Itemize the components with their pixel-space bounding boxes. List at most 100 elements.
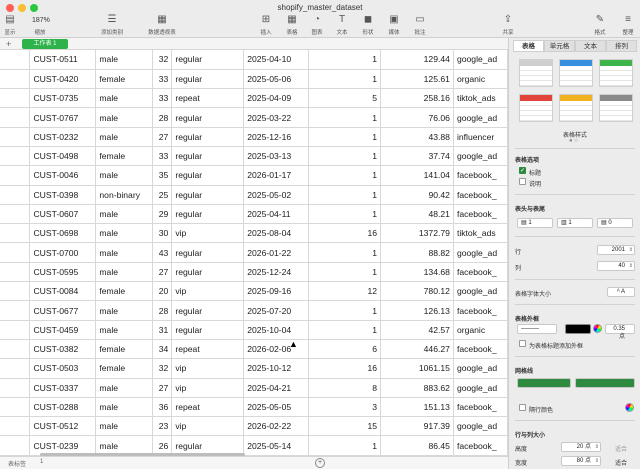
table-style-2[interactable]: [559, 59, 593, 87]
table-cell[interactable]: 258.16: [380, 88, 454, 109]
row-height-field[interactable]: 20 点 ⇕: [561, 442, 601, 452]
outline-color-well[interactable]: [565, 324, 591, 334]
table-cell[interactable]: facebook_: [453, 165, 508, 186]
table-cell[interactable]: 2025-07-20: [243, 300, 310, 321]
toolbar-comment-button[interactable]: ▭ 批注: [400, 14, 440, 36]
table-cell[interactable]: CUST-0498: [29, 146, 97, 167]
table-cell[interactable]: 917.39: [380, 416, 454, 437]
row-spacer-cell[interactable]: [0, 146, 31, 167]
table-row[interactable]: CUST-0382 female 34 repeat 2026-02-06 6 446.27…: [0, 339, 508, 360]
table-cell[interactable]: 2025-03-13: [243, 146, 310, 167]
table-cell[interactable]: CUST-0677: [29, 300, 97, 321]
table-cell[interactable]: vip: [171, 416, 245, 437]
row-spacer-cell[interactable]: [0, 435, 31, 456]
table-row[interactable]: CUST-0503 female 32 vip 2025-10-12 16 1061.15 g…: [0, 358, 508, 379]
table-cell[interactable]: 2025-12-24: [243, 262, 310, 283]
table-cell[interactable]: 2026-02-22: [243, 416, 310, 437]
table-cell[interactable]: 43: [152, 242, 173, 263]
table-cell[interactable]: CUST-0512: [29, 416, 97, 437]
table-cell[interactable]: 88.82: [380, 242, 454, 263]
table-cell[interactable]: non-binary: [95, 185, 154, 205]
footer-rows-popup[interactable]: ▤ 0: [597, 218, 633, 228]
height-stepper[interactable]: ⇕: [595, 443, 599, 451]
table-cell[interactable]: 2025-08-04: [243, 223, 310, 244]
gridlines-header-toggle[interactable]: [575, 378, 635, 388]
table-cell[interactable]: 32: [152, 358, 173, 379]
table-cell[interactable]: facebook_: [453, 185, 508, 205]
columns-field[interactable]: 40 ⇕: [597, 261, 635, 271]
table-cell[interactable]: regular: [171, 165, 245, 186]
table-cell[interactable]: 1: [308, 320, 382, 340]
table-cell[interactable]: 3: [308, 397, 382, 418]
table-cell[interactable]: male: [95, 107, 154, 128]
table-cell[interactable]: male: [95, 320, 154, 340]
table-cell[interactable]: male: [95, 416, 154, 437]
table-cell[interactable]: google_ad: [453, 281, 508, 302]
table-cell[interactable]: 32: [152, 50, 173, 70]
table-cell[interactable]: 151.13: [380, 397, 454, 418]
table-cell[interactable]: facebook_: [453, 204, 508, 225]
table-cell[interactable]: 15: [308, 416, 382, 437]
table-cell[interactable]: 37.74: [380, 146, 454, 167]
table-cell[interactable]: male: [95, 378, 154, 398]
table-cell[interactable]: 1: [308, 127, 382, 147]
table-cell[interactable]: 2026-02-06: [243, 339, 310, 360]
table-row[interactable]: CUST-0698 male 30 vip 2025-08-04 16 1372.79 tik…: [0, 223, 508, 244]
table-cell[interactable]: male: [95, 300, 154, 321]
table-cell[interactable]: CUST-0595: [29, 262, 97, 283]
table-cell[interactable]: 90.42: [380, 185, 454, 205]
table-cell[interactable]: 1: [308, 69, 382, 90]
table-cell[interactable]: repeat: [171, 339, 245, 360]
table-cell[interactable]: male: [95, 127, 154, 147]
table-cell[interactable]: organic: [453, 69, 508, 90]
table-row[interactable]: CUST-0459 male 31 regular 2025-10-04 1 42.57 or…: [0, 320, 508, 340]
table-cell[interactable]: 1: [308, 185, 382, 205]
table-cell[interactable]: vip: [171, 281, 245, 302]
row-spacer-cell[interactable]: [0, 69, 31, 90]
table-cell[interactable]: repeat: [171, 88, 245, 109]
table-cell[interactable]: 2025-04-10: [243, 50, 310, 70]
table-cell[interactable]: male: [95, 204, 154, 225]
table-cell[interactable]: 1: [308, 165, 382, 186]
table-cell[interactable]: 31: [152, 320, 173, 340]
table-row[interactable]: CUST-0511 male 32 regular 2025-04-10 1 129.44 g…: [0, 50, 508, 70]
table-row[interactable]: CUST-0512 male 23 vip 2026-02-22 15 917.39 goog…: [0, 416, 508, 437]
row-spacer-cell[interactable]: [0, 88, 31, 109]
row-spacer-cell[interactable]: [0, 416, 31, 437]
table-cell[interactable]: 883.62: [380, 378, 454, 398]
table-cell[interactable]: organic: [453, 320, 508, 340]
table-cell[interactable]: 1: [308, 204, 382, 225]
width-stepper[interactable]: ⇕: [595, 457, 599, 465]
table-cell[interactable]: female: [95, 146, 154, 167]
table-cell[interactable]: CUST-0382: [29, 339, 97, 360]
table-cell[interactable]: 1061.15: [380, 358, 454, 379]
row-spacer-cell[interactable]: [0, 378, 31, 398]
table-cell[interactable]: CUST-0398: [29, 185, 97, 205]
table-cell[interactable]: regular: [171, 262, 245, 283]
table-cell[interactable]: male: [95, 88, 154, 109]
table-cell[interactable]: 27: [152, 127, 173, 147]
table-row[interactable]: CUST-0398 non-binary 25 regular 2025-05-02 1 9…: [0, 185, 508, 205]
table-cell[interactable]: 1: [308, 146, 382, 167]
table-cell[interactable]: google_ad: [453, 146, 508, 167]
table-cell[interactable]: 76.06: [380, 107, 454, 128]
table-cell[interactable]: male: [95, 165, 154, 186]
table-cell[interactable]: 28: [152, 300, 173, 321]
alternating-rows-checkbox[interactable]: [519, 404, 526, 411]
table-cell[interactable]: CUST-0288: [29, 397, 97, 418]
table-cell[interactable]: regular: [171, 242, 245, 263]
row-spacer-cell[interactable]: [0, 165, 31, 186]
table-cell[interactable]: regular: [171, 204, 245, 225]
table-cell[interactable]: 29: [152, 204, 173, 225]
table-cell[interactable]: 1: [308, 50, 382, 70]
table-cell[interactable]: regular: [171, 127, 245, 147]
column-width-field[interactable]: 80 点 ⇕: [561, 456, 601, 466]
table-row[interactable]: CUST-0735 male 33 repeat 2025-04-09 5 258.16 ti…: [0, 88, 508, 109]
tab-arrange[interactable]: 排列: [606, 40, 637, 52]
font-size-buttons[interactable]: ᴬ A: [607, 287, 635, 297]
color-wheel-icon[interactable]: [593, 324, 602, 333]
add-sheet-button[interactable]: +: [6, 38, 11, 50]
table-cell[interactable]: CUST-0698: [29, 223, 97, 244]
color-wheel-icon[interactable]: [625, 403, 634, 412]
table-cell[interactable]: 2025-10-12: [243, 358, 310, 379]
